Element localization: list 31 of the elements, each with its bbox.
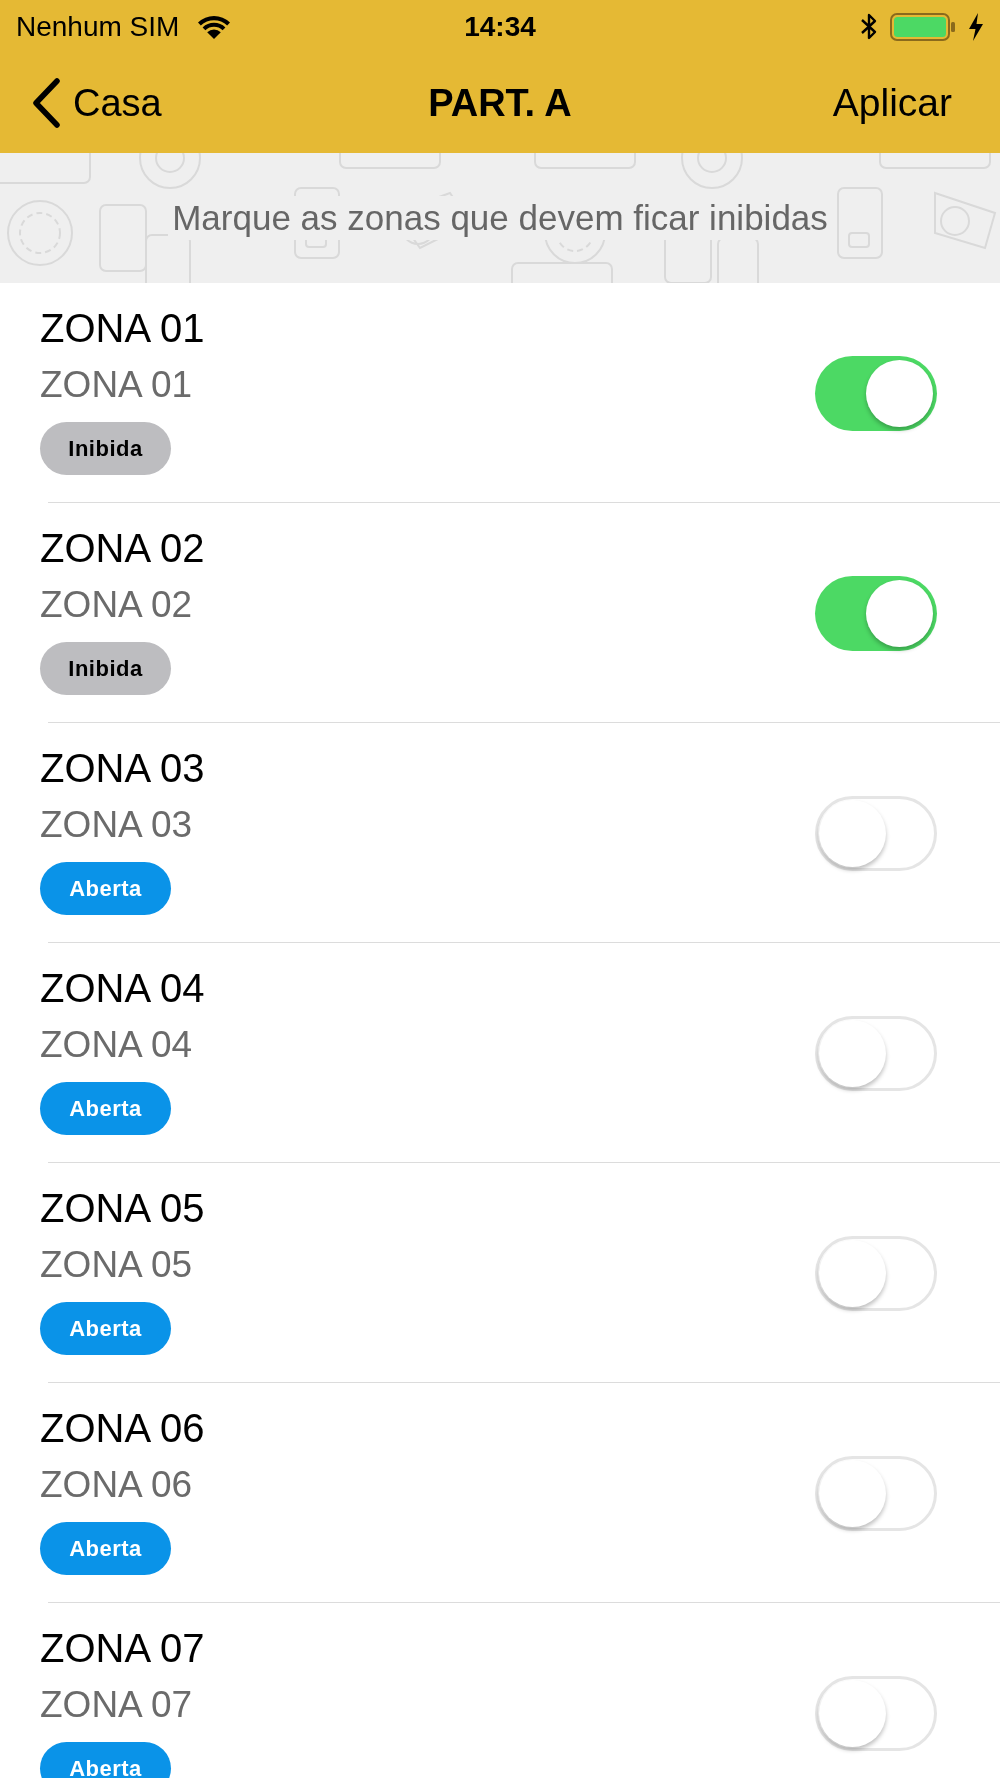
zone-name: ZONA 06 — [40, 1405, 205, 1452]
status-badge: Inibida — [40, 422, 171, 475]
carrier-name: Nenhum SIM — [16, 9, 180, 44]
zone-name: ZONA 04 — [40, 965, 205, 1012]
charging-bolt-icon — [968, 12, 984, 41]
zone-name: ZONA 07 — [40, 1625, 205, 1672]
screen-title: PART. A — [428, 81, 572, 126]
zone-description: ZONA 04 — [40, 1023, 193, 1067]
chevron-left-icon — [31, 78, 61, 128]
bluetooth-icon — [860, 12, 878, 41]
zone-name: ZONA 01 — [40, 305, 205, 352]
status-badge: Aberta — [40, 1742, 171, 1778]
zone-description: ZONA 03 — [40, 803, 193, 847]
zone-name: ZONA 05 — [40, 1185, 205, 1232]
zone-description: ZONA 02 — [40, 583, 193, 627]
zone-description: ZONA 01 — [40, 363, 193, 407]
zone-description: ZONA 06 — [40, 1463, 193, 1507]
zone-name: ZONA 03 — [40, 745, 205, 792]
back-button[interactable]: Casa — [31, 78, 162, 128]
zone-description: ZONA 05 — [40, 1243, 193, 1287]
status-badge: Aberta — [40, 862, 171, 915]
clock-time: 14:34 — [464, 9, 536, 44]
wifi-icon — [197, 14, 232, 39]
zone-name: ZONA 02 — [40, 525, 205, 572]
status-badge: Aberta — [40, 1082, 171, 1135]
status-badge: Inibida — [40, 642, 171, 695]
apply-button[interactable]: Aplicar — [832, 80, 952, 126]
status-badge: Aberta — [40, 1302, 171, 1355]
status-badge: Aberta — [40, 1522, 171, 1575]
battery-icon — [890, 12, 956, 41]
zone-description: ZONA 07 — [40, 1683, 193, 1727]
